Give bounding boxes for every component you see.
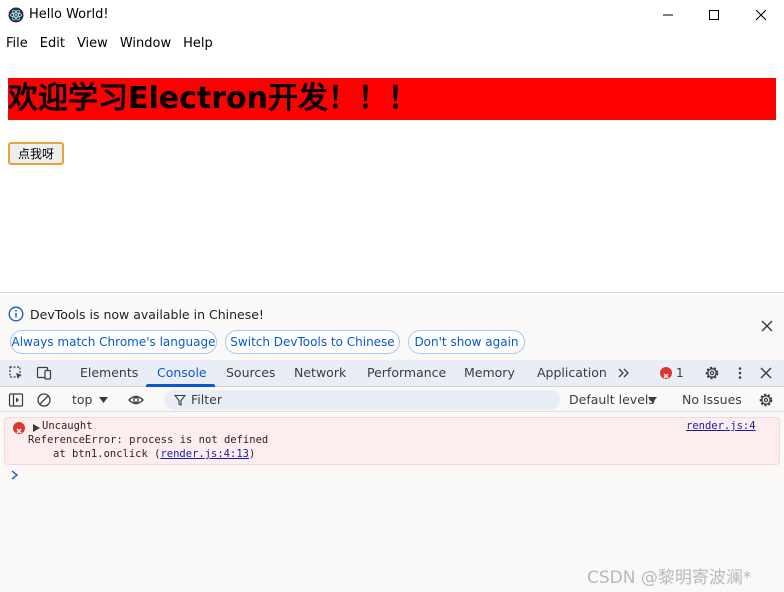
active-tab-indicator [146, 384, 215, 387]
error-x-icon [663, 373, 669, 379]
close-icon [755, 9, 767, 21]
tab-elements[interactable]: Elements [80, 360, 138, 387]
window-title: Hello World! [29, 7, 109, 22]
match-chrome-language-button[interactable]: Always match Chrome's language [10, 330, 217, 354]
electron-icon [8, 7, 24, 23]
click-me-button[interactable]: 点我呀 [8, 142, 64, 165]
log-levels-dropdown[interactable]: Default levels [569, 388, 655, 412]
device-toolbar-icon[interactable] [36, 365, 52, 381]
error-count[interactable]: 1 [676, 360, 684, 387]
live-expression-eye-icon[interactable] [128, 392, 144, 408]
tab-memory[interactable]: Memory [464, 360, 515, 387]
stack-frame-prefix: at btn1.onclick ( [53, 448, 161, 460]
tab-application[interactable]: Application [537, 360, 607, 387]
menu-view[interactable]: View [71, 32, 114, 56]
close-infobar-icon[interactable] [760, 319, 774, 333]
context-selector[interactable]: top [72, 388, 92, 412]
error-circle-icon [13, 422, 25, 434]
tab-performance[interactable]: Performance [367, 360, 446, 387]
menu-file[interactable]: File [0, 32, 34, 56]
filter-icon [174, 394, 186, 406]
maximize-button[interactable] [691, 0, 737, 30]
infobar-message: DevTools is now available in Chinese! [30, 307, 264, 322]
filter-placeholder: Filter [191, 392, 222, 407]
devtools-infobar: DevTools is now available in Chinese! Al… [0, 293, 784, 359]
menu-edit[interactable]: Edit [34, 32, 71, 56]
page-headline: 欢迎学习Electron开发！！！ [8, 78, 776, 120]
minimize-button[interactable] [645, 0, 691, 30]
error-cross-icon [16, 428, 22, 434]
maximize-icon [709, 10, 719, 20]
title-bar: Hello World! [0, 0, 784, 30]
menu-window[interactable]: Window [114, 32, 177, 56]
devtools-tab-bar: Elements Console Sources Network Perform… [0, 360, 784, 387]
issues-counter[interactable]: No Issues [682, 388, 742, 412]
chevron-down-icon [99, 397, 108, 403]
minimize-icon [663, 14, 673, 16]
error-stack-frame: at btn1.onclick (render.js:4:13) [53, 448, 255, 460]
console-filter-input[interactable]: Filter [164, 390, 560, 410]
menu-bar: File Edit View Window Help [0, 32, 219, 56]
app-window: Hello World! File Edit View Window Help … [0, 0, 784, 592]
settings-gear-icon[interactable] [704, 365, 720, 381]
tab-network[interactable]: Network [294, 360, 346, 387]
console-settings-gear-icon[interactable] [758, 392, 774, 408]
switch-to-chinese-button[interactable]: Switch DevTools to Chinese [225, 330, 400, 354]
sidebar-toggle-icon[interactable] [8, 392, 24, 408]
close-button[interactable] [738, 0, 784, 30]
expand-triangle-icon[interactable] [33, 424, 40, 432]
console-prompt-icon[interactable] [10, 469, 20, 481]
console-error-message[interactable]: Uncaught render.js:4 ReferenceError: pro… [4, 417, 780, 465]
stack-frame-link[interactable]: render.js:4:13 [160, 448, 249, 460]
error-source-link[interactable]: render.js:4 [686, 420, 756, 432]
stack-frame-suffix: ) [248, 448, 256, 460]
console-toolbar: top Filter Default levels No Issues [0, 388, 784, 412]
more-options-icon[interactable] [732, 365, 748, 381]
dont-show-again-button[interactable]: Don't show again [408, 330, 525, 354]
menu-help[interactable]: Help [177, 32, 219, 56]
info-icon [8, 306, 24, 322]
error-badge-icon[interactable] [660, 367, 672, 379]
tab-console[interactable]: Console [157, 360, 207, 387]
levels-chevron-down-icon [648, 397, 657, 403]
error-uncaught-label: Uncaught [42, 420, 93, 432]
page-content: 欢迎学习Electron开发！！！ 点我呀 [0, 60, 784, 292]
error-message-text: ReferenceError: process is not defined [28, 434, 269, 446]
close-devtools-icon[interactable] [758, 365, 774, 381]
clear-console-icon[interactable] [36, 392, 52, 408]
inspect-element-icon[interactable] [8, 365, 24, 381]
more-tabs-icon[interactable] [616, 365, 632, 381]
tab-sources[interactable]: Sources [226, 360, 275, 387]
devtools-panel: DevTools is now available in Chinese! Al… [0, 292, 784, 592]
csdn-watermark: CSDN @黎明寄波澜* [587, 568, 752, 588]
